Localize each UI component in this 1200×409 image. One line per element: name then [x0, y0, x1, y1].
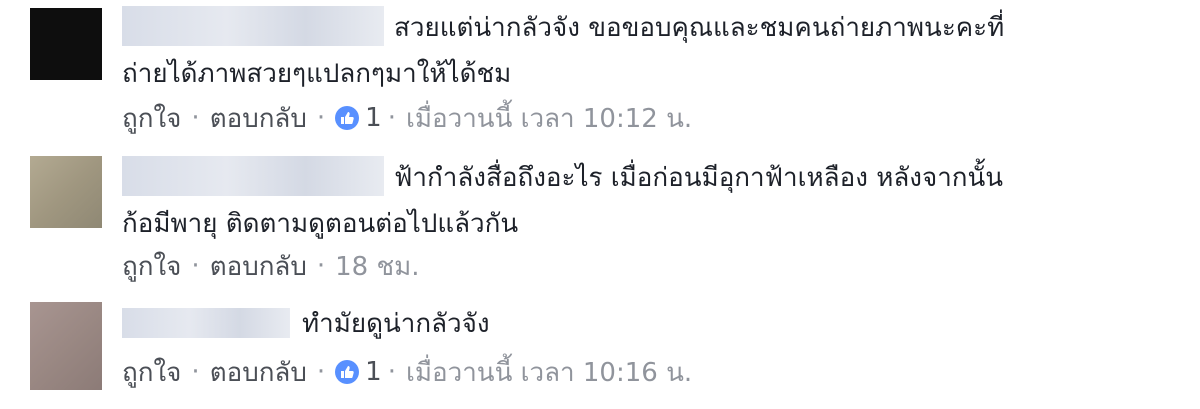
comment-actions: ถูกใจ · ตอบกลับ · 1 · เมื่อวานนี้ เวลา 1…	[122, 98, 692, 138]
reply-link[interactable]: ตอบกลับ	[210, 246, 307, 287]
commenter-name-redacted[interactable]	[122, 308, 290, 338]
timestamp[interactable]: เมื่อวานนี้ เวลา 10:16 น.	[406, 352, 692, 393]
separator: ·	[387, 103, 396, 133]
comment-text-line1: ฟ้ากำลังสื่อถึงอะไร เมื่อก่อนมีอุกาฟ้าเห…	[394, 163, 1004, 193]
like-link[interactable]: ถูกใจ	[122, 98, 181, 139]
comment-text-line2: ก้อมีพายุ ติดตามดูตอนต่อไปแล้วกัน	[122, 209, 519, 239]
comment-text-line1: สวยแต่น่ากลัวจัง ขอขอบคุณและชมคนถ่ายภาพน…	[394, 13, 1005, 43]
separator: ·	[316, 103, 326, 133]
comment-actions: ถูกใจ · ตอบกลับ · 1 · เมื่อวานนี้ เวลา 1…	[122, 352, 692, 392]
commenter-name-redacted[interactable]	[122, 6, 384, 46]
avatar[interactable]	[30, 156, 102, 228]
reaction-count[interactable]: 1	[365, 103, 382, 133]
avatar[interactable]	[30, 8, 102, 80]
reaction-count[interactable]: 1	[365, 357, 382, 387]
separator: ·	[191, 357, 200, 387]
like-link[interactable]: ถูกใจ	[122, 352, 181, 393]
reply-link[interactable]: ตอบกลับ	[210, 98, 307, 139]
separator: ·	[191, 103, 200, 133]
timestamp[interactable]: เมื่อวานนี้ เวลา 10:12 น.	[406, 98, 692, 139]
timestamp[interactable]: 18 ชม.	[335, 246, 419, 287]
reply-link[interactable]: ตอบกลับ	[210, 352, 307, 393]
comment-actions: ถูกใจ · ตอบกลับ · 18 ชม.	[122, 246, 420, 286]
avatar[interactable]	[30, 302, 102, 390]
separator: ·	[387, 357, 396, 387]
like-link[interactable]: ถูกใจ	[122, 246, 181, 287]
comment-text-line1: ทำมัยดูน่ากลัวจัง	[302, 309, 490, 339]
thumbs-up-icon[interactable]	[335, 360, 360, 384]
separator: ·	[316, 251, 326, 281]
commenter-name-redacted[interactable]	[122, 156, 384, 196]
separator: ·	[191, 251, 200, 281]
separator: ·	[316, 357, 326, 387]
comment-text-line2: ถ่ายได้ภาพสวยๆแปลกๆมาให้ได้ชม	[122, 59, 512, 89]
thumbs-up-icon[interactable]	[335, 106, 360, 130]
